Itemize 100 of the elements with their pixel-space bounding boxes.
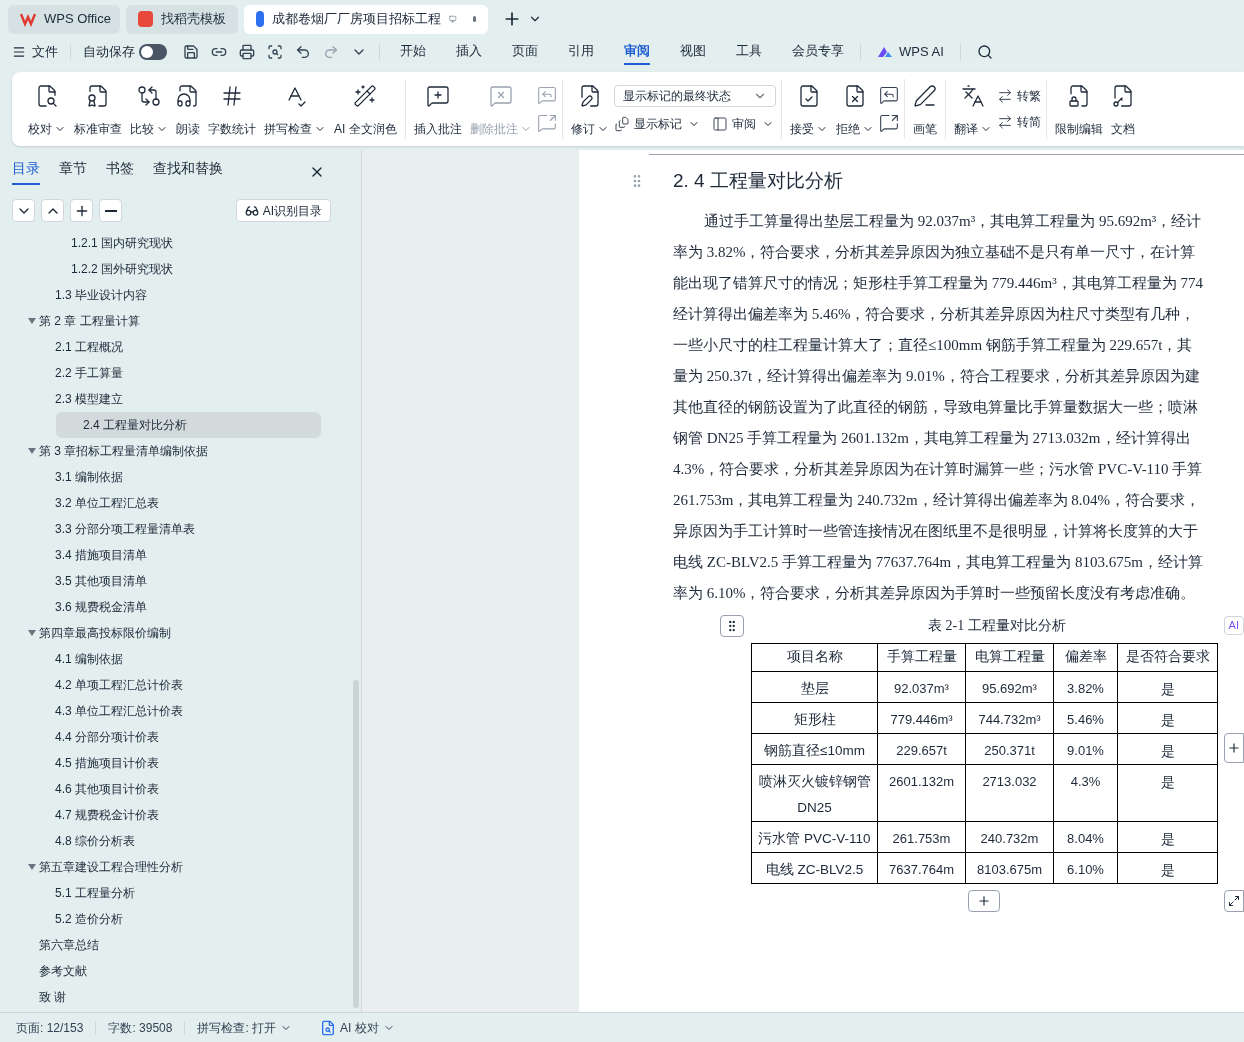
ribbon-button[interactable]: 限制编辑 <box>1051 80 1106 138</box>
ribbon-small-button[interactable]: 转繁 <box>996 87 1041 105</box>
ai-button[interactable]: WPS AI <box>877 42 944 62</box>
file-menu-button[interactable]: 文件 <box>12 42 58 62</box>
toc-item[interactable]: 第六章总结 <box>28 932 321 958</box>
ribbon-button[interactable]: 字数统计 <box>205 80 259 138</box>
table-cell: 2713.032 <box>965 764 1054 821</box>
ribbon-button[interactable]: 朗读 <box>173 80 203 138</box>
toc-item[interactable]: 第四章最高投标限价编制 <box>28 620 321 646</box>
toc-item[interactable]: 4.5 措施项目计价表 <box>28 750 321 776</box>
toc-item[interactable]: 3.4 措施项目清单 <box>28 542 321 568</box>
toc-item[interactable]: 3.3 分部分项工程量清单表 <box>28 516 321 542</box>
table-cell: 是 <box>1117 702 1218 733</box>
table-header-cell: 偏差率 <box>1053 643 1118 671</box>
ribbon-tab[interactable]: 会员专享 <box>792 39 844 65</box>
toc-item[interactable]: 4.1 编制依据 <box>28 646 321 672</box>
paragraph-line: 能出现了错算尺寸的情况；矩形柱手算工程量为 779.446m³，其电算工程量为 774 <box>673 273 1204 293</box>
ribbon-tab[interactable]: 工具 <box>736 39 762 65</box>
ribbon-button[interactable]: 文档 <box>1107 80 1138 138</box>
page-indicator: 页面: 12/153 <box>16 1019 84 1037</box>
toc-item[interactable]: 5.1 工程量分析 <box>28 880 321 906</box>
ribbon-button[interactable]: 拼写检查 <box>261 80 329 138</box>
toc-item[interactable]: 3.2 单位工程汇总表 <box>28 490 321 516</box>
table-cell: 7637.764m <box>877 852 966 883</box>
toc-item[interactable]: 2.1 工程概况 <box>28 334 321 360</box>
ribbon-button[interactable]: 画笔 <box>909 80 940 138</box>
toc-item[interactable]: 1.2.1 国内研究现状 <box>28 230 321 256</box>
ribbon-tab[interactable]: 开始 <box>400 39 426 65</box>
ai-proofread-button[interactable]: AI 校对 <box>320 1018 395 1037</box>
toc-item[interactable]: 4.7 规费税金计价表 <box>28 802 321 828</box>
ai-toc-button[interactable]: AI识别目录 <box>235 199 331 222</box>
ribbon-tab[interactable]: 审阅 <box>624 39 650 65</box>
ribbon-button[interactable]: AI 全文润色 <box>331 80 400 138</box>
ribbon-button[interactable]: 翻译 <box>950 80 995 138</box>
ribbon-small-button[interactable]: 显示标记 <box>613 115 700 133</box>
toc-item[interactable]: 3.6 规费税金清单 <box>28 594 321 620</box>
toc-item[interactable]: 3.1 编制依据 <box>28 464 321 490</box>
window-tab[interactable]: 找稻壳模板 <box>126 4 238 34</box>
ribbon-button[interactable]: 修订 <box>567 80 612 138</box>
sidebar-tab[interactable]: 查找和替换 <box>153 158 223 185</box>
paragraph-line: 一些小尺寸的柱工程量计算大了；直径≤100mm 钢筋手算工程量为 229.657t，其 <box>673 335 1194 355</box>
toc-item[interactable]: 1.2.2 国外研究现状 <box>28 256 321 282</box>
toc-item[interactable]: 2.2 手工算量 <box>28 360 321 386</box>
toc-item[interactable]: 4.3 单位工程汇总计价表 <box>28 698 321 724</box>
table-cell: 744.732m³ <box>965 702 1054 733</box>
table-cell: 垫层 <box>751 671 878 702</box>
toc-item[interactable]: 4.6 其他项目计价表 <box>28 776 321 802</box>
toc-item[interactable]: 第五章建设工程合理性分析 <box>28 854 321 880</box>
ribbon-tab[interactable]: 引用 <box>568 39 594 65</box>
paragraph-line: 钢管 DN25 手算工程量为 2601.132m，其电算工程量为 2713.032m，经计算得出 <box>673 428 1192 448</box>
toc-item[interactable]: 第 2 章 工程量计算 <box>28 308 321 334</box>
toc-item[interactable]: 4.8 综价分析表 <box>28 828 321 854</box>
toc-item[interactable]: 致 谢 <box>28 984 321 1010</box>
toc-item[interactable]: 5.2 造价分析 <box>28 906 321 932</box>
table-header-cell: 电算工程量 <box>965 643 1054 671</box>
paragraph-line: 通过手工算量得出垫层工程量为 92.037m³，其电算工程量为 95.692m³，经计 <box>703 211 1203 231</box>
table-cell: 是 <box>1117 821 1218 852</box>
table-cell: 261.753m <box>877 821 966 852</box>
table-cell: 电线 ZC-BLV2.5 <box>751 852 878 883</box>
table-cell: 779.446m³ <box>877 702 966 733</box>
toc-item[interactable]: 第 3 章招标工程量清单编制依据 <box>28 438 321 464</box>
window-tab[interactable]: 成都卷烟厂厂房项目招标工程 <box>244 4 488 34</box>
table-header-cell: 是否符合要求 <box>1117 643 1218 671</box>
spell-check-button[interactable]: 拼写检查: 打开 <box>197 1018 293 1037</box>
paragraph-line: 4.3%，符合要求，分析其差异原因为在计算时漏算一些；污水管 PVC-V-110 手算 <box>673 459 1204 479</box>
ribbon-button[interactable]: 校对 <box>25 80 69 138</box>
ribbon-button[interactable]: 插入批注 <box>410 80 465 138</box>
ribbon-button[interactable]: 接受 <box>786 80 831 138</box>
sidebar-tab[interactable]: 目录 <box>12 158 40 185</box>
paragraph-line: 电线 ZC-BLV2.5 手算工程量为 77637.764m，其电算工程量为 8103.675m，经计算 <box>673 552 1204 572</box>
ribbon-small-button[interactable]: 转简 <box>996 113 1041 131</box>
ribbon-tab[interactable]: 页面 <box>512 39 538 65</box>
table-cell: 是 <box>1117 852 1218 883</box>
ribbon-button[interactable]: 拒绝 <box>832 80 877 138</box>
table-cell: 是 <box>1117 671 1218 702</box>
window-tab[interactable]: WPS Office <box>8 4 120 34</box>
toc-item[interactable]: 参考文献 <box>28 958 321 984</box>
table-cell: 6.10% <box>1053 852 1118 883</box>
table-caption: 表 2-1 工程量对比分析 <box>928 617 1066 635</box>
table-cell: 4.3% <box>1053 764 1118 821</box>
markup-select[interactable]: 显示标记的最终状态 <box>613 85 776 107</box>
toc-item[interactable]: 2.3 模型建立 <box>28 386 321 412</box>
ribbon-button[interactable]: 标准审查 <box>71 80 125 138</box>
toc-item[interactable]: 3.5 其他项目清单 <box>28 568 321 594</box>
ribbon-button[interactable]: 比较 <box>127 80 171 138</box>
toc-item[interactable]: 1.3 毕业设计内容 <box>28 282 321 308</box>
ribbon-tab[interactable]: 视图 <box>680 39 706 65</box>
ribbon-small-button[interactable]: 审阅 <box>711 115 774 133</box>
table-cell: 钢筋直径≤10mm <box>751 733 878 764</box>
ai-tag[interactable]: AI <box>1223 616 1244 635</box>
ribbon-tab[interactable]: 插入 <box>456 39 482 65</box>
table-cell: 240.732m <box>965 821 1054 852</box>
sidebar-tab[interactable]: 章节 <box>59 158 87 185</box>
toc-item[interactable]: 4.4 分部分项计价表 <box>28 724 321 750</box>
sidebar-tab[interactable]: 书签 <box>106 158 134 185</box>
table-cell: 229.657t <box>877 733 966 764</box>
toc-item[interactable]: 4.2 单项工程汇总计价表 <box>28 672 321 698</box>
table-cell: 是 <box>1117 733 1218 764</box>
toc-item[interactable]: 2.4 工程量对比分析 <box>56 412 321 438</box>
table-cell: 92.037m³ <box>877 671 966 702</box>
